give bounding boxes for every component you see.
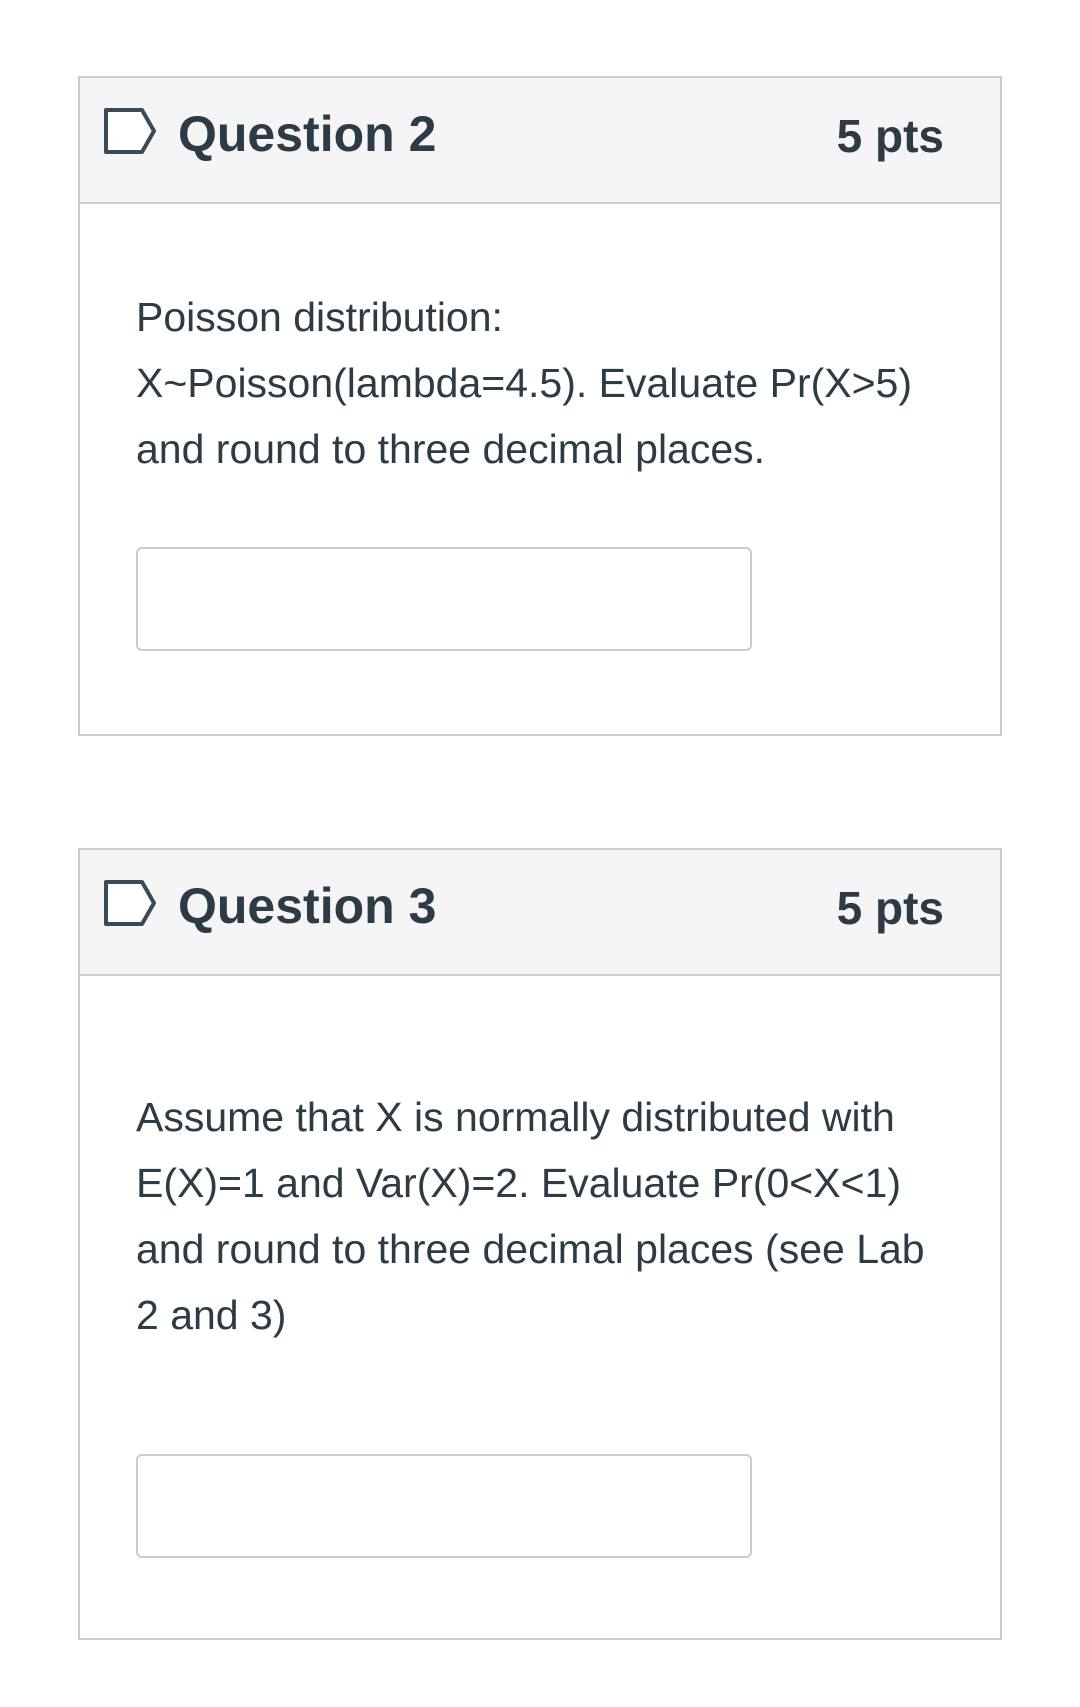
question-card-2: Question 2 5 pts Poisson distribution: X… — [78, 76, 1002, 736]
question-text-line: Assume that X is normally distributed wi… — [136, 1094, 925, 1338]
answer-input[interactable] — [136, 1454, 752, 1558]
question-title: Question 2 — [178, 106, 437, 162]
question-header: Question 3 5 pts — [80, 850, 1000, 976]
question-points: 5 pts — [836, 110, 944, 162]
answer-input[interactable] — [136, 547, 752, 651]
question-text: Poisson distribution: X~Poisson(lambda=4… — [136, 284, 936, 482]
question-text-line: X~Poisson(lambda=4.5). Evaluate Pr(X>5) … — [136, 360, 912, 472]
question-header: Question 2 5 pts — [80, 78, 1000, 204]
question-text: Assume that X is normally distributed wi… — [136, 1084, 936, 1348]
flag-question-icon[interactable] — [102, 106, 158, 156]
question-card-3: Question 3 5 pts Assume that X is normal… — [78, 848, 1002, 1640]
flag-question-icon[interactable] — [102, 878, 158, 928]
question-title: Question 3 — [178, 878, 437, 934]
question-points: 5 pts — [836, 882, 944, 934]
question-text-line: Poisson distribution: — [136, 294, 503, 340]
